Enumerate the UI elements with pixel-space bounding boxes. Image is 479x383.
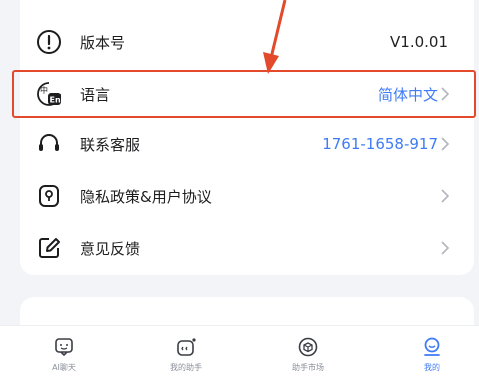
settings-item-privacy[interactable]: 隐私政策&用户协议 <box>20 170 474 222</box>
info-circle-icon <box>36 29 62 55</box>
tab-label: AI聊天 <box>52 363 76 372</box>
settings-item-contact[interactable]: 联系客服 1761-1658-917 <box>20 118 474 170</box>
tab-label: 我的助手 <box>170 363 202 372</box>
tab-label: 我的 <box>424 363 440 372</box>
chevron-right-icon <box>441 241 450 255</box>
tab-label: 助手市场 <box>292 363 324 372</box>
settings-item-label: 隐私政策&用户协议 <box>80 187 212 206</box>
settings-item-version: 版本号 V1.0.01 <box>20 16 474 68</box>
tab-assistant-market[interactable]: 助手市场 <box>268 336 348 373</box>
tab-ai-chat[interactable]: AI聊天 <box>24 336 104 373</box>
feedback-edit-icon <box>36 235 62 261</box>
settings-item-label: 联系客服 <box>80 135 141 154</box>
assistant-icon <box>177 338 196 356</box>
annotation-highlight-box <box>12 70 476 118</box>
version-value: V1.0.01 <box>390 33 448 51</box>
bottom-tab-bar: AI聊天 我的助手 助手市场 我的 <box>0 325 479 383</box>
tab-my-assistant[interactable]: 我的助手 <box>146 336 226 373</box>
headset-icon <box>36 131 62 157</box>
chevron-right-icon <box>441 189 450 203</box>
chat-bubble-icon <box>55 338 73 357</box>
profile-icon <box>424 337 440 356</box>
settings-item-label: 意见反馈 <box>80 239 141 258</box>
settings-item-label: 版本号 <box>80 33 126 52</box>
settings-item-feedback[interactable]: 意见反馈 <box>20 222 474 274</box>
tab-me[interactable]: 我的 <box>392 336 472 373</box>
privacy-shield-icon <box>36 183 62 209</box>
chevron-right-icon <box>441 137 450 151</box>
market-cube-icon <box>298 337 318 357</box>
contact-value: 1761-1658-917 <box>322 135 438 153</box>
